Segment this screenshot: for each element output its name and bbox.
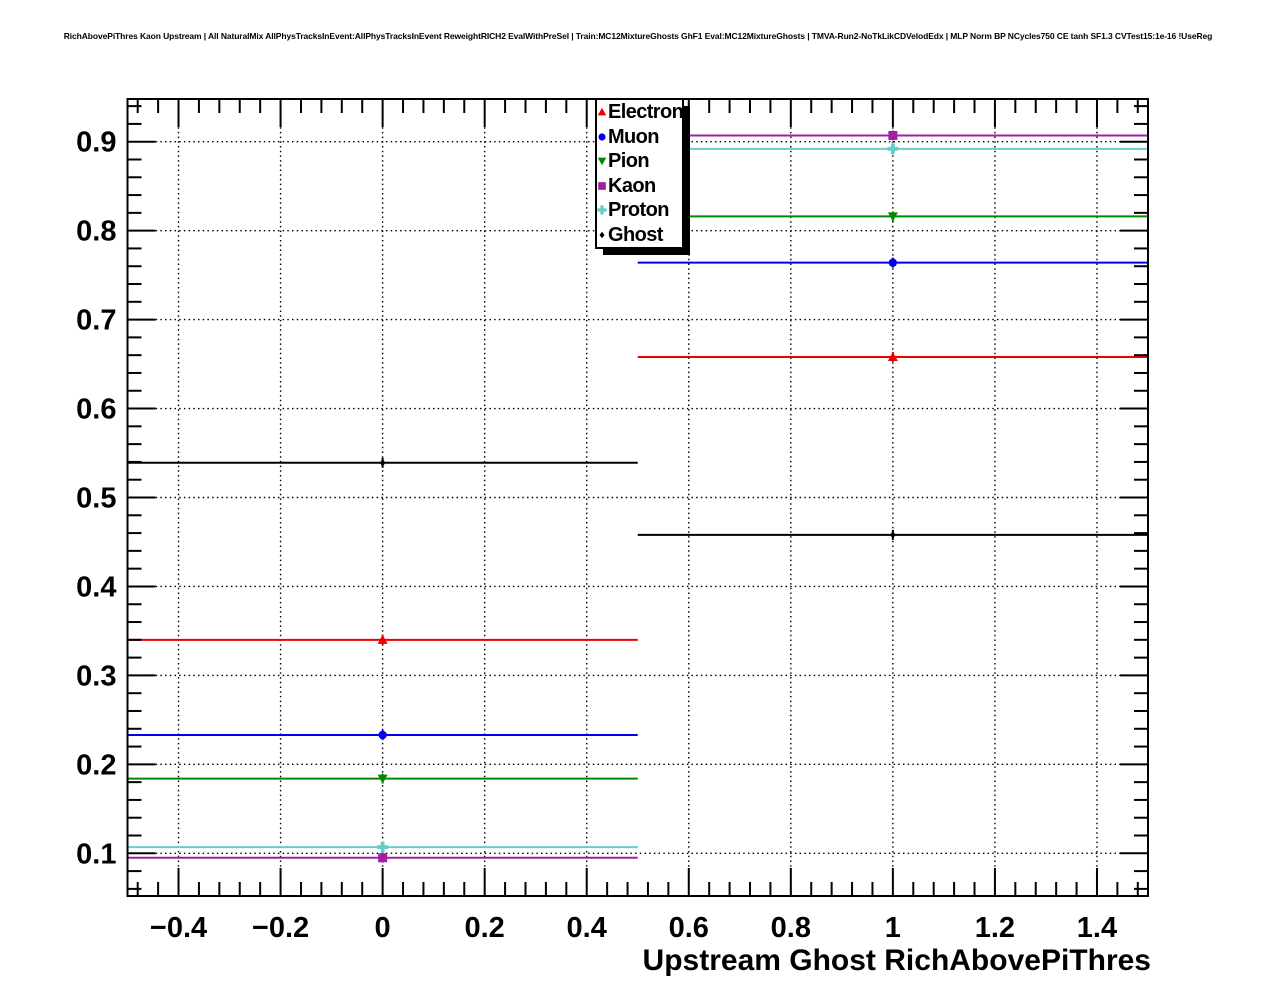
kaon-legend-marker-icon	[598, 181, 606, 190]
x-tick-label: 1.2	[975, 912, 1015, 944]
legend-box: Electron Muon Pion Kaon Proton Ghost	[595, 98, 684, 249]
proton-marker	[887, 143, 899, 155]
kaon-legend-marker	[598, 181, 606, 190]
y-tick-label: 0.7	[76, 305, 116, 337]
y-tick-label: 0.9	[76, 127, 116, 159]
y-tick-label: 0.1	[76, 838, 116, 870]
legend-label: Electron	[608, 101, 684, 124]
ghost-legend-marker-icon	[599, 231, 605, 238]
electron-legend-marker	[597, 108, 607, 116]
kaon-marker	[888, 130, 898, 140]
ghost-marker	[889, 531, 896, 539]
y-tick-label: 0.3	[76, 660, 116, 692]
legend-label: Pion	[608, 150, 650, 173]
y-tick-label: 0.2	[76, 749, 116, 781]
ghost-legend-marker	[599, 231, 605, 238]
legend-entry-muon: Muon	[597, 125, 682, 149]
y-tick-label: 0.4	[76, 571, 116, 603]
x-tick-label: 1.4	[1077, 912, 1117, 944]
muon-marker	[378, 730, 387, 740]
root-canvas: RichAbovePiThres Kaon Upstream | All Nat…	[0, 0, 1276, 996]
legend-entry-kaon: Kaon	[597, 174, 682, 198]
x-tick-label: 0	[375, 912, 391, 944]
kaon-marker	[378, 853, 388, 863]
proton-legend-marker	[597, 205, 607, 215]
x-tick-label: 0.6	[669, 912, 709, 944]
ghost-marker	[379, 459, 386, 467]
legend-label: Muon	[608, 125, 660, 148]
x-tick-label: 0.2	[465, 912, 505, 944]
x-tick-label: −0.4	[150, 912, 207, 944]
y-tick-label: 0.8	[76, 216, 116, 248]
legend-entry-ghost: Ghost	[597, 223, 682, 247]
pion-legend-marker	[597, 157, 607, 166]
pion-legend-marker-icon	[597, 157, 607, 166]
legend-entry-electron: Electron	[597, 100, 684, 124]
x-axis-labels: −0.4 −0.2 0 0.2 0.4 0.6 0.8 1 1.2 1.4	[150, 912, 1117, 944]
y-tick-label: 0.6	[76, 394, 116, 426]
legend-label: Proton	[608, 199, 669, 222]
x-tick-label: −0.2	[252, 912, 309, 944]
x-axis-title: Upstream Ghost RichAbovePiThres	[643, 944, 1151, 977]
muon-legend-marker-icon	[598, 133, 606, 141]
muon-marker	[888, 258, 898, 267]
legend-entry-proton: Proton	[597, 198, 682, 222]
legend-entry-pion: Pion	[597, 149, 682, 173]
y-tick-label: 0.5	[76, 483, 116, 515]
x-tick-label: 0.8	[771, 912, 811, 944]
legend-label: Ghost	[608, 223, 663, 246]
proton-marker	[377, 841, 389, 853]
legend-label: Kaon	[608, 174, 656, 197]
x-tick-label: 0.4	[567, 912, 607, 944]
electron-legend-marker-icon	[597, 108, 607, 116]
x-tick-label: 1	[885, 912, 901, 944]
muon-legend-marker	[598, 133, 606, 141]
proton-legend-marker-icon	[597, 205, 607, 215]
y-axis-labels: 0.1 0.2 0.3 0.4 0.5 0.6 0.7 0.8 0.9	[76, 127, 116, 871]
